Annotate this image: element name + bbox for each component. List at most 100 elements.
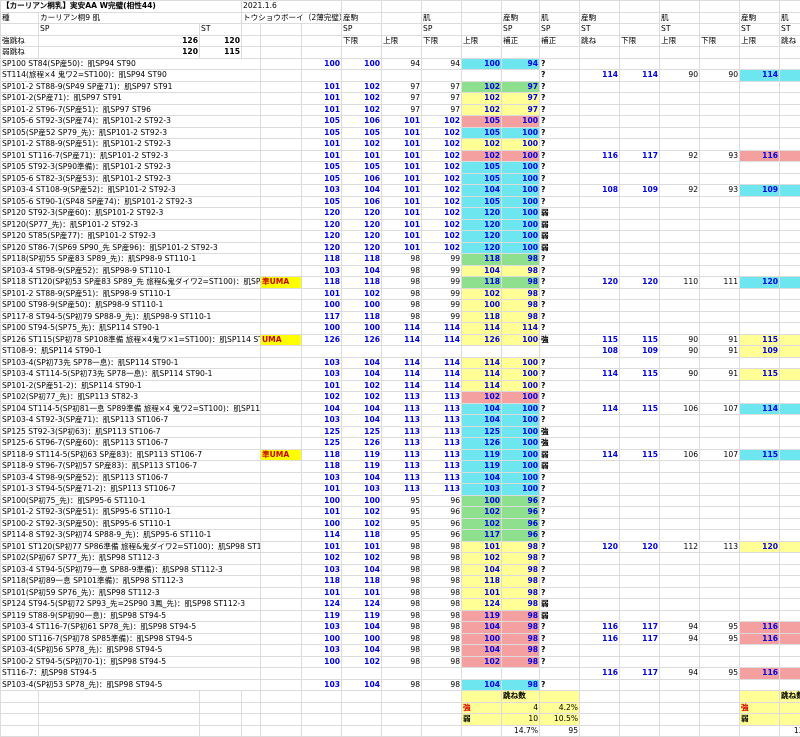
st-upper[interactable] — [620, 357, 660, 369]
hada-sp-upper[interactable]: 98 — [422, 553, 462, 565]
cell[interactable] — [700, 725, 740, 737]
hada-st-upper[interactable] — [700, 219, 740, 231]
hada-st-lower[interactable] — [660, 242, 700, 254]
hada-st-corrected[interactable] — [780, 415, 800, 427]
cell[interactable] — [382, 725, 422, 737]
st-corrected[interactable] — [740, 231, 780, 243]
sp-pct[interactable]: 4.2% — [540, 702, 580, 714]
row-name[interactable]: SP104 ST114-5(SP初81一息 SP89準備 旅程×4 鬼ワ2=ST… — [1, 403, 261, 415]
hada-st-upper[interactable] — [700, 311, 740, 323]
hada-st-corrected[interactable]: 106 — [780, 449, 800, 461]
hada-st-upper[interactable] — [700, 288, 740, 300]
st-corrected[interactable] — [740, 518, 780, 530]
hada-sp-corrected[interactable]: 100 — [502, 415, 540, 427]
sp-lower[interactable]: 118 — [302, 254, 342, 266]
sp-lower[interactable]: 103 — [302, 645, 342, 657]
hada-st-upper[interactable] — [700, 426, 740, 438]
row-name[interactable]: SP103-4 ST98-9(SP産52)：肌SP98-9 ST110-1 — [1, 265, 261, 277]
sp-corrected[interactable]: 104 — [462, 472, 502, 484]
cell[interactable] — [700, 691, 740, 703]
sp-upper[interactable]: 102 — [342, 507, 382, 519]
cell[interactable] — [620, 714, 660, 726]
st-upper[interactable]: 117 — [620, 668, 660, 680]
st-corrected[interactable] — [740, 323, 780, 335]
sp-lower[interactable]: 101 — [302, 507, 342, 519]
hada-st-lower[interactable] — [660, 610, 700, 622]
sp-corrected[interactable]: 119 — [462, 610, 502, 622]
st-lower[interactable] — [580, 219, 620, 231]
sp-hane[interactable]: ? — [540, 323, 580, 335]
sp-corrected[interactable] — [462, 668, 502, 680]
sheet-date[interactable]: 2021.1.6 — [242, 1, 342, 13]
sp-upper[interactable]: 102 — [342, 288, 382, 300]
hada-sp-upper[interactable]: 114 — [422, 369, 462, 381]
sp-upper[interactable]: 124 — [342, 599, 382, 611]
hada-sp-corrected[interactable]: 98 — [502, 645, 540, 657]
hada-st-corrected[interactable]: 93 — [780, 185, 800, 197]
hada-st-corrected[interactable] — [780, 173, 800, 185]
uma-badge[interactable] — [261, 541, 302, 553]
cell[interactable] — [382, 714, 422, 726]
hada-st-lower[interactable] — [660, 553, 700, 565]
header-hada-st2[interactable]: 肌 — [780, 12, 800, 24]
sp-lower[interactable]: 100 — [302, 633, 342, 645]
hada-st-upper[interactable] — [700, 231, 740, 243]
hada-st-corrected[interactable] — [780, 196, 800, 208]
cell[interactable] — [302, 702, 342, 714]
st-corrected[interactable] — [740, 564, 780, 576]
hada-sp-lower[interactable]: 114 — [382, 323, 422, 335]
hada-st-upper[interactable] — [700, 656, 740, 668]
hada-sp-corrected[interactable] — [502, 346, 540, 358]
hada-sp-lower[interactable]: 98 — [382, 622, 422, 634]
hada-st-lower[interactable] — [660, 219, 700, 231]
st-lower[interactable] — [580, 564, 620, 576]
sp-corrected[interactable]: 120 — [462, 242, 502, 254]
sp-corrected[interactable]: 114 — [462, 369, 502, 381]
sp-lower[interactable]: 101 — [302, 150, 342, 162]
sp-lower[interactable]: 102 — [302, 553, 342, 565]
sp-hane[interactable]: ? — [540, 415, 580, 427]
st-corrected[interactable] — [740, 265, 780, 277]
st-upper[interactable] — [620, 58, 660, 70]
sp-hane[interactable]: 弱 — [540, 242, 580, 254]
sp-upper[interactable]: 118 — [342, 311, 382, 323]
uma-badge[interactable] — [261, 300, 302, 312]
st-corrected[interactable]: 116 — [740, 668, 780, 680]
hada-st-lower[interactable] — [660, 530, 700, 542]
sp-hane[interactable]: 弱 — [540, 219, 580, 231]
cell[interactable] — [660, 725, 700, 737]
uma-badge[interactable] — [261, 208, 302, 220]
sp-hane[interactable]: ? — [540, 403, 580, 415]
sp-hane[interactable]: ? — [540, 380, 580, 392]
hada-st-upper[interactable] — [700, 484, 740, 496]
sp-hane[interactable]: ? — [540, 300, 580, 312]
sp-corrected[interactable]: 114 — [462, 357, 502, 369]
sp-corrected[interactable]: 104 — [462, 679, 502, 691]
st-upper[interactable] — [620, 461, 660, 473]
st-upper[interactable] — [620, 392, 660, 404]
st-corrected[interactable] — [740, 300, 780, 312]
st-upper[interactable]: 117 — [620, 150, 660, 162]
hdr-hosei-sp[interactable]: 補正 — [502, 35, 540, 47]
hada-sp-lower[interactable]: 98 — [382, 656, 422, 668]
st-lower[interactable] — [580, 392, 620, 404]
st-upper[interactable] — [620, 530, 660, 542]
hada-st-corrected[interactable] — [780, 426, 800, 438]
sp-corrected[interactable]: 100 — [462, 633, 502, 645]
sp-lower[interactable]: 103 — [302, 622, 342, 634]
hada-sp-upper[interactable]: 97 — [422, 81, 462, 93]
hada-st-upper[interactable]: 111 — [700, 277, 740, 289]
hada-sp-lower[interactable]: 113 — [382, 392, 422, 404]
sp-upper[interactable]: 100 — [342, 300, 382, 312]
st-total-pct[interactable]: 13.7% — [780, 725, 800, 737]
sp-lower[interactable]: 103 — [302, 679, 342, 691]
sp-upper[interactable]: 101 — [342, 541, 382, 553]
uma-badge[interactable] — [261, 231, 302, 243]
st-lower[interactable] — [580, 208, 620, 220]
st-upper[interactable]: 115 — [620, 369, 660, 381]
hada-st-lower[interactable] — [660, 518, 700, 530]
uma-badge[interactable] — [261, 599, 302, 611]
hada-sp-lower[interactable] — [382, 668, 422, 680]
sp-upper[interactable]: 119 — [342, 461, 382, 473]
st-corrected[interactable] — [740, 81, 780, 93]
